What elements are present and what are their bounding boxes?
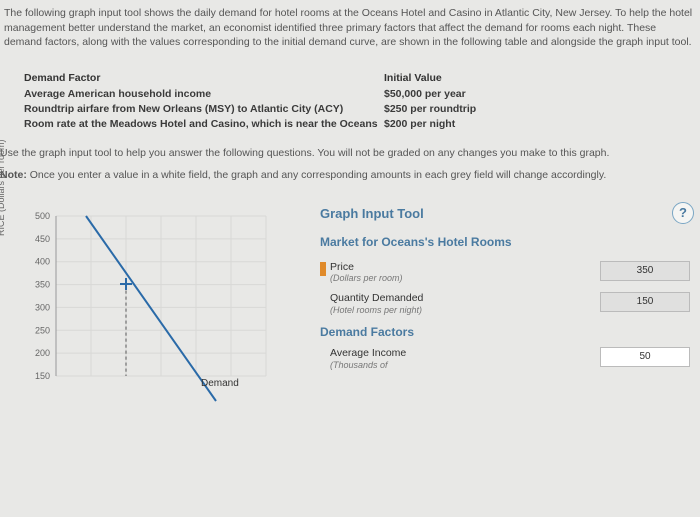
- tick-label: 350: [35, 279, 50, 289]
- table-row: Room rate at the Meadows Hotel and Casin…: [24, 118, 676, 130]
- table-cell: Average American household income: [24, 88, 384, 100]
- chart-svg[interactable]: 500 450 400 350 300 250 200 150 Demand: [16, 206, 296, 406]
- price-row: Price (Dollars per room) 350: [320, 261, 690, 284]
- tick-label: 450: [35, 233, 50, 243]
- table-cell: $50,000 per year: [384, 88, 544, 100]
- graph-input-tool-panel: ? Graph Input Tool Market for Oceans's H…: [300, 206, 700, 406]
- series-label: Demand: [201, 378, 239, 389]
- demand-factors-heading: Demand Factors: [320, 325, 690, 339]
- price-label: Price: [330, 261, 600, 274]
- help-icon[interactable]: ?: [672, 202, 694, 224]
- demand-chart[interactable]: RICE (Dollars per room) 500 450 400: [0, 206, 300, 406]
- intro-paragraph: The following graph input tool shows the…: [0, 0, 700, 60]
- tick-label: 500: [35, 211, 50, 221]
- income-sublabel: (Thousands of: [330, 360, 600, 371]
- tool-subtitle: Market for Oceans's Hotel Rooms: [320, 235, 690, 249]
- table-row: Roundtrip airfare from New Orleans (MSY)…: [24, 103, 676, 115]
- table-header-factor: Demand Factor: [24, 72, 384, 84]
- quantity-field: 150: [600, 292, 690, 312]
- demand-factor-table: Demand Factor Initial Value Average Amer…: [24, 72, 676, 130]
- table-row: Average American household income $50,00…: [24, 88, 676, 100]
- quantity-label: Quantity Demanded: [330, 292, 600, 305]
- tick-label: 200: [35, 348, 50, 358]
- quantity-row: Quantity Demanded (Hotel rooms per night…: [320, 292, 690, 315]
- table-cell: Room rate at the Meadows Hotel and Casin…: [24, 118, 384, 130]
- income-row: Average Income (Thousands of 50: [320, 347, 690, 370]
- table-header-value: Initial Value: [384, 72, 544, 84]
- tick-label: 250: [35, 325, 50, 335]
- price-field: 350: [600, 261, 690, 281]
- instructions-line: Use the graph input tool to help you ans…: [0, 146, 696, 162]
- table-cell: $200 per night: [384, 118, 544, 130]
- note-line: Note: Once you enter a value in a white …: [0, 168, 696, 184]
- income-input[interactable]: 50: [600, 347, 690, 367]
- drag-handle-icon[interactable]: [320, 262, 326, 276]
- y-axis-label: RICE (Dollars per room): [0, 139, 6, 236]
- instructions-block: Use the graph input tool to help you ans…: [0, 140, 700, 184]
- tool-title: Graph Input Tool: [320, 206, 690, 221]
- tick-label: 300: [35, 302, 50, 312]
- tick-label: 150: [35, 371, 50, 381]
- tick-label: 400: [35, 256, 50, 266]
- note-text: Once you enter a value in a white field,…: [27, 169, 606, 181]
- income-label: Average Income: [330, 347, 600, 360]
- table-cell: $250 per roundtrip: [384, 103, 544, 115]
- quantity-sublabel: (Hotel rooms per night): [330, 305, 600, 316]
- table-cell: Roundtrip airfare from New Orleans (MSY)…: [24, 103, 384, 115]
- price-sublabel: (Dollars per room): [330, 273, 600, 284]
